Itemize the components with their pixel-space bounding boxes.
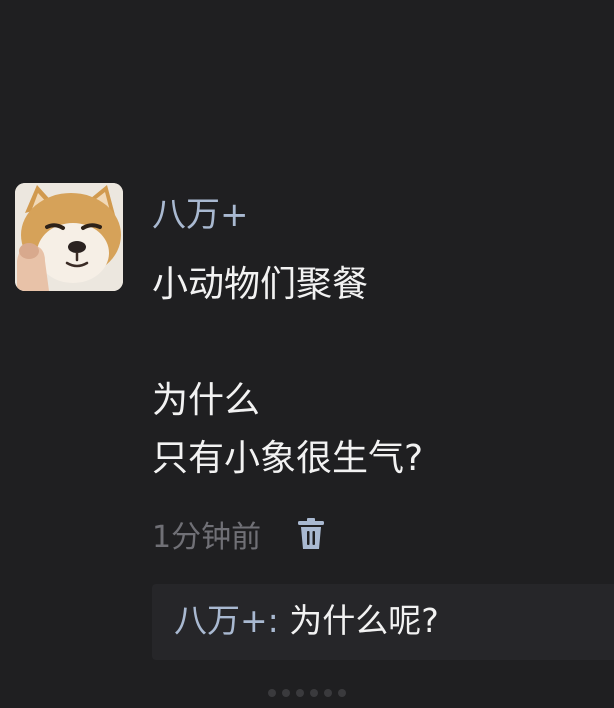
reply-separator: : xyxy=(267,601,290,640)
post-content-line: 只有小象很生气? xyxy=(152,438,424,479)
reply-item: 八万+: 为什么呢? xyxy=(174,598,439,644)
post-timestamp: 1分钟前 xyxy=(152,520,262,555)
post-meta: 1分钟前 xyxy=(152,512,327,556)
reply-body: 为什么呢? xyxy=(289,601,439,640)
post-content-line: 小动物们聚餐 xyxy=(152,264,369,305)
comment-screen: 八万+ 小动物们聚餐 为什么 只有小象很生气? 1分钟前 八万+: 为什么呢? xyxy=(0,0,614,708)
post-content-blank-line xyxy=(152,314,592,372)
delete-button[interactable] xyxy=(295,516,327,552)
post-content-line: 为什么 xyxy=(152,380,261,421)
watermark xyxy=(268,682,364,697)
avatar[interactable] xyxy=(15,183,123,291)
post-author[interactable]: 八万+ xyxy=(152,193,249,237)
reply-box[interactable]: 八万+: 为什么呢? xyxy=(152,584,614,660)
shiba-dog-avatar-icon xyxy=(15,183,123,291)
reply-author[interactable]: 八万+ xyxy=(174,601,268,640)
trash-icon xyxy=(298,518,325,549)
post-content: 小动物们聚餐 为什么 只有小象很生气? xyxy=(152,256,592,488)
